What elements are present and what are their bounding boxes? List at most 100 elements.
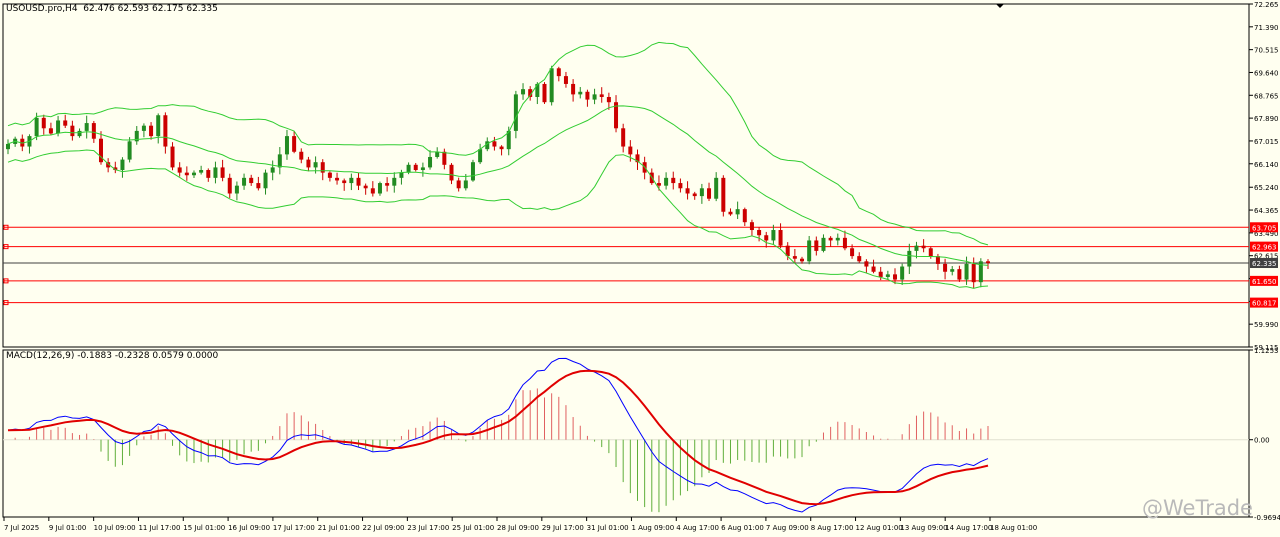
time-axis-label: 14 Aug 17:00 — [945, 524, 992, 532]
price-axis-label: 68.765 — [1254, 92, 1279, 100]
time-axis-label: 17 Jul 17:00 — [273, 524, 315, 532]
chart-shift-marker — [996, 4, 1004, 8]
candle-body — [120, 159, 125, 171]
chart-window: 72.265 71.390 70.515 69.640 68.765 67.890 67.0… — [0, 0, 1280, 537]
candle-body — [606, 96, 611, 103]
price-axis-label: 70.515 — [1254, 47, 1279, 55]
candle-body — [728, 211, 733, 215]
candle-body — [335, 177, 340, 181]
price-label-text: 63.705 — [1252, 224, 1277, 232]
price-label-text: 62.335 — [1252, 260, 1277, 268]
candle-body — [456, 180, 461, 189]
candle-body — [678, 183, 683, 189]
candle-body — [757, 230, 762, 236]
candle-body — [986, 261, 990, 264]
candle-body — [714, 177, 719, 199]
price-axis-label: 64.365 — [1254, 207, 1279, 215]
chart-title: USOUSD.pro,H4 62.476 62.593 62.175 62.33… — [6, 4, 218, 14]
candle-body — [377, 183, 382, 194]
candle-body — [893, 274, 898, 280]
macd-line — [7, 357, 989, 513]
candle-body — [141, 125, 146, 131]
macd-axis-label: 1.1253 — [1254, 347, 1279, 355]
candle-body — [242, 177, 247, 186]
price-label-text: 60.817 — [1252, 300, 1277, 308]
time-axis-label: 7 Jul 2025 — [4, 524, 39, 532]
candle-body — [578, 91, 583, 95]
candle-body — [349, 177, 354, 184]
ohlc-readout: 62.476 62.593 62.175 62.335 — [83, 4, 218, 14]
candle-body — [549, 68, 554, 103]
candle-body — [6, 143, 10, 150]
candle-body — [149, 125, 154, 137]
candle-body — [971, 263, 976, 283]
candle-body — [864, 261, 869, 267]
price-label-text: 62.963 — [1252, 244, 1277, 252]
candle-body — [406, 164, 411, 173]
candle-body — [943, 263, 948, 272]
candle-body — [900, 266, 905, 280]
price-axis-label: 67.015 — [1254, 138, 1279, 146]
candle-body — [664, 177, 669, 186]
candle-body — [249, 177, 254, 184]
bollinger-lower — [7, 149, 989, 289]
candle-body — [800, 258, 805, 262]
macd-axis-label: -0.9694 — [1254, 514, 1280, 522]
candle-body — [342, 180, 347, 184]
candle-body — [206, 170, 211, 178]
bollinger-upper — [7, 41, 989, 246]
time-axis-label: 23 Jul 17:00 — [407, 524, 449, 532]
time-axis-label: 11 Jul 17:00 — [138, 524, 180, 532]
time-axis-label: 21 Jul 01:00 — [318, 524, 360, 532]
chart-canvas[interactable]: 72.265 71.390 70.515 69.640 68.765 67.890 67.0… — [0, 0, 1280, 537]
candle-body — [84, 123, 89, 131]
candle-body — [964, 263, 969, 280]
candle-body — [191, 172, 196, 176]
candle-body — [671, 177, 676, 184]
time-axis-label: 6 Aug 01:00 — [721, 524, 764, 532]
candle-body — [857, 256, 862, 262]
candle-body — [156, 115, 161, 137]
candle-body — [363, 185, 368, 189]
candle-body — [213, 167, 218, 178]
candle-body — [442, 151, 447, 165]
candle-body — [499, 146, 504, 150]
candle-body — [227, 177, 232, 194]
time-axis-label: 22 Jul 09:00 — [363, 524, 405, 532]
candles-group — [6, 65, 990, 289]
candle-body — [692, 193, 697, 197]
candle-body — [370, 188, 375, 194]
time-axis-label: 16 Jul 09:00 — [228, 524, 270, 532]
candle-body — [41, 117, 46, 129]
candle-body — [571, 83, 576, 95]
candle-body — [699, 188, 704, 197]
macd-signal-line — [7, 369, 989, 506]
candle-body — [542, 83, 547, 103]
candle-body — [63, 120, 68, 126]
candle-body — [177, 167, 182, 173]
time-axis-label: 15 Jul 01:00 — [183, 524, 225, 532]
price-axis-label: 69.640 — [1254, 69, 1279, 77]
candle-body — [742, 209, 747, 223]
candle-body — [771, 230, 776, 241]
candle-body — [292, 136, 297, 152]
candle-body — [199, 170, 204, 173]
candle-body — [621, 128, 626, 147]
candle-body — [628, 146, 633, 155]
macd-axis-label: 0.00 — [1254, 437, 1270, 445]
candle-body — [921, 245, 926, 249]
candle-body — [234, 185, 239, 194]
candle-body — [77, 130, 82, 137]
candle-body — [585, 91, 590, 100]
candle-body — [463, 180, 468, 189]
macd-title: MACD(12,26,9) -0.1883 -0.2328 0.0579 0.0… — [6, 351, 219, 361]
candle-body — [70, 125, 75, 137]
candle-body — [470, 162, 475, 181]
candle-body — [885, 274, 890, 277]
time-axis-label: 9 Jul 01:00 — [49, 524, 87, 532]
candle-body — [91, 123, 96, 139]
candle-body — [721, 177, 726, 212]
candle-body — [842, 237, 847, 249]
candle-body — [284, 136, 289, 155]
candle-body — [313, 162, 318, 168]
